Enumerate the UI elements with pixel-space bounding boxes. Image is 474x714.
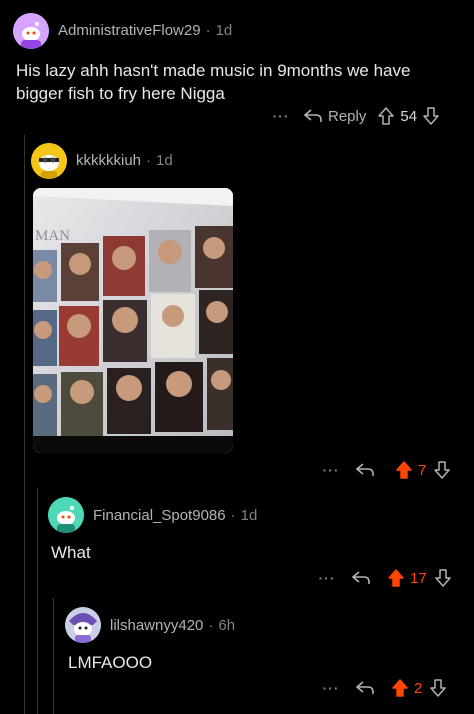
comment-body: His lazy ahh hasn't made music in 9month… bbox=[16, 61, 411, 103]
downvote-arrow-icon bbox=[434, 461, 451, 479]
username[interactable]: Financial_Spot9086 bbox=[93, 507, 226, 524]
page-heading-text: MAN bbox=[35, 228, 70, 244]
reply-icon bbox=[356, 681, 374, 694]
downvote-button[interactable] bbox=[430, 679, 447, 697]
timestamp: 1d bbox=[156, 152, 173, 169]
more-options-button[interactable]: ··· bbox=[320, 462, 342, 478]
comment-author[interactable]: Financial_Spot9086 · 1d bbox=[93, 507, 257, 524]
username[interactable]: AdministrativeFlow29 bbox=[58, 22, 201, 39]
vote-count: 2 bbox=[414, 679, 423, 697]
comment-author[interactable]: lilshawnyy420 · 6h bbox=[110, 617, 235, 634]
upvote-arrow-icon bbox=[388, 569, 404, 587]
reply-icon bbox=[304, 109, 322, 122]
avatar[interactable] bbox=[48, 497, 84, 533]
upvote-arrow-icon bbox=[396, 461, 412, 479]
thread-line-1 bbox=[24, 135, 25, 714]
comment-actions: ··· 2 bbox=[320, 676, 447, 700]
reply-button[interactable] bbox=[352, 571, 370, 585]
snoo-avatar-icon bbox=[13, 13, 49, 49]
username[interactable]: kkkkkkiuh bbox=[76, 152, 141, 169]
more-options-button[interactable]: ··· bbox=[320, 680, 342, 696]
snoo-avatar-icon bbox=[31, 143, 67, 179]
separator-dot: · bbox=[146, 152, 152, 169]
yearbook-image: MAN bbox=[33, 188, 233, 453]
separator-dot: · bbox=[230, 507, 236, 524]
upvote-arrow-icon bbox=[392, 679, 408, 697]
comment-actions: ··· 7 bbox=[320, 458, 451, 482]
more-options-button[interactable]: ··· bbox=[270, 108, 292, 124]
upvote-button[interactable] bbox=[392, 679, 408, 697]
upvote-arrow-icon bbox=[378, 107, 395, 125]
comment-actions: ··· Reply 54 bbox=[270, 104, 439, 128]
vote-count: 17 bbox=[410, 569, 427, 587]
snoo-avatar-icon bbox=[65, 607, 101, 643]
reply-button[interactable] bbox=[356, 681, 374, 695]
vote-count: 7 bbox=[418, 461, 427, 479]
reply-button[interactable]: Reply bbox=[304, 108, 366, 125]
timestamp: 1d bbox=[240, 507, 258, 524]
reply-label: Reply bbox=[328, 107, 367, 125]
separator-dot: · bbox=[205, 22, 211, 39]
downvote-arrow-icon bbox=[434, 569, 451, 587]
thread-line-2 bbox=[37, 488, 38, 714]
downvote-button[interactable] bbox=[434, 461, 451, 479]
comment-body: What bbox=[51, 543, 91, 562]
reply-icon bbox=[356, 463, 374, 476]
yearbook-photo[interactable]: MAN bbox=[33, 188, 233, 453]
vote-count: 54 bbox=[400, 107, 418, 125]
downvote-button[interactable] bbox=[423, 107, 439, 125]
upvote-button[interactable] bbox=[378, 107, 395, 125]
timestamp: 6h bbox=[218, 617, 236, 634]
avatar[interactable] bbox=[31, 143, 67, 179]
comment-author[interactable]: AdministrativeFlow29 · 1d bbox=[58, 22, 232, 39]
snoo-avatar-icon bbox=[48, 497, 84, 533]
comment-author[interactable]: kkkkkkiuh · 1d bbox=[76, 152, 173, 169]
downvote-button[interactable] bbox=[434, 569, 451, 587]
downvote-arrow-icon bbox=[430, 679, 447, 697]
downvote-arrow-icon bbox=[423, 107, 439, 125]
comment-body: LMFAOOO bbox=[68, 653, 153, 672]
more-options-button[interactable]: ··· bbox=[316, 570, 338, 586]
reply-button[interactable] bbox=[356, 463, 374, 477]
avatar[interactable] bbox=[65, 607, 101, 643]
thread-line-3 bbox=[53, 598, 54, 714]
reply-icon bbox=[352, 571, 370, 584]
timestamp: 1d bbox=[215, 22, 233, 39]
username[interactable]: lilshawnyy420 bbox=[110, 617, 203, 634]
avatar[interactable] bbox=[13, 13, 49, 49]
comment-actions: ··· 17 bbox=[316, 566, 451, 590]
upvote-button[interactable] bbox=[396, 461, 412, 479]
upvote-button[interactable] bbox=[388, 569, 404, 587]
separator-dot: · bbox=[208, 617, 214, 634]
